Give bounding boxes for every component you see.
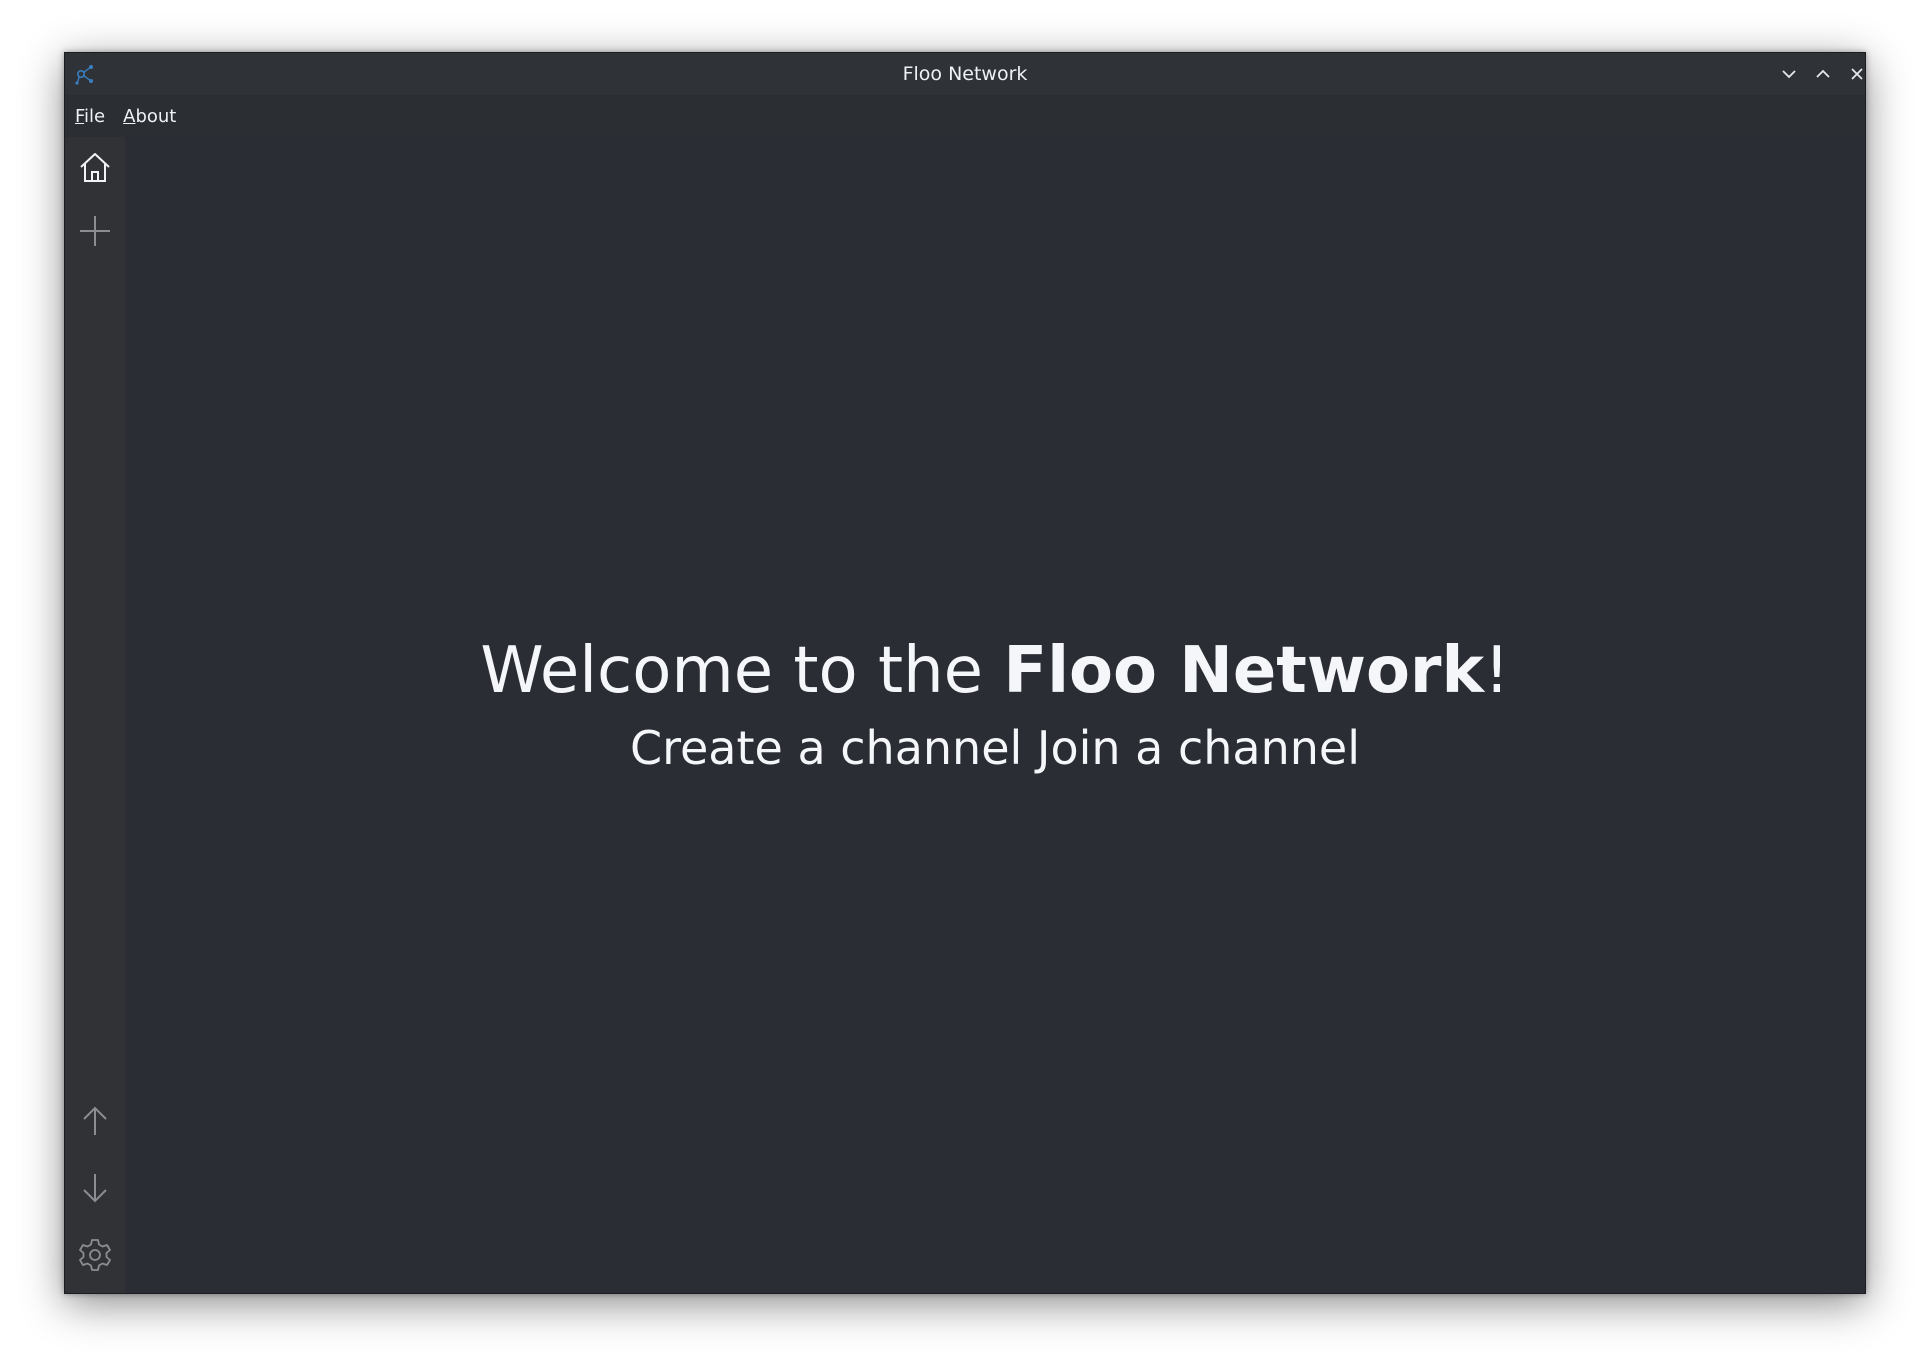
- main-content: Welcome to the Floo Network! Create a ch…: [125, 137, 1865, 1293]
- menu-about-label: bout: [135, 105, 177, 127]
- welcome-prefix: Welcome to the: [480, 634, 1004, 708]
- create-channel-link[interactable]: Create a channel: [630, 721, 1022, 775]
- welcome-heading: Welcome to the Floo Network!: [125, 633, 1865, 709]
- menu-file-mnemonic: F: [75, 105, 85, 127]
- move-down-button[interactable]: [65, 1162, 125, 1214]
- sidebar: [65, 137, 125, 1293]
- minimize-button[interactable]: [1775, 60, 1803, 88]
- gear-icon: [79, 1239, 111, 1271]
- plus-icon: [80, 216, 110, 246]
- welcome-brand: Floo Network: [1003, 634, 1485, 708]
- settings-button[interactable]: [65, 1229, 125, 1281]
- move-up-button[interactable]: [65, 1095, 125, 1147]
- app-window: Floo Network File About Welcome to the F…: [64, 52, 1866, 1294]
- maximize-button[interactable]: [1809, 60, 1837, 88]
- menu-about[interactable]: About: [123, 106, 176, 127]
- home-icon: [80, 153, 110, 182]
- join-channel-link[interactable]: Join a channel: [1037, 721, 1360, 775]
- menu-about-mnemonic: A: [123, 105, 136, 127]
- chevron-down-icon: [1782, 70, 1796, 79]
- arrow-down-icon: [83, 1174, 107, 1203]
- home-button[interactable]: [65, 141, 125, 193]
- menu-bar: File About: [65, 95, 1865, 137]
- add-channel-button[interactable]: [65, 205, 125, 257]
- arrow-up-icon: [83, 1106, 107, 1135]
- window-title: Floo Network: [902, 63, 1028, 85]
- close-icon: [1851, 68, 1863, 80]
- menu-file-label: ile: [84, 105, 106, 127]
- menu-file[interactable]: File: [75, 106, 105, 127]
- close-button[interactable]: [1843, 60, 1865, 88]
- welcome-suffix: !: [1484, 634, 1510, 708]
- channel-actions: Create a channel Join a channel: [125, 719, 1865, 777]
- title-bar[interactable]: Floo Network: [65, 53, 1865, 96]
- chevron-up-icon: [1816, 69, 1830, 78]
